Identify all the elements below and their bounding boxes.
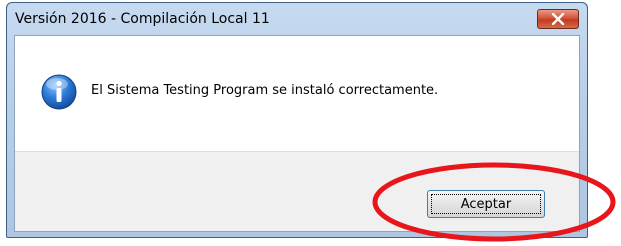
dialog-body: El Sistema Testing Program se instaló co… xyxy=(14,35,580,232)
message-text: El Sistema Testing Program se instaló co… xyxy=(91,83,439,98)
close-button[interactable] xyxy=(537,9,579,29)
accept-button[interactable]: Aceptar xyxy=(427,190,545,218)
close-icon xyxy=(551,13,565,25)
button-bar: Aceptar xyxy=(15,151,579,231)
message-area: El Sistema Testing Program se instaló co… xyxy=(15,36,579,151)
dialog-window: Versión 2016 - Compilación Local 11 El S… xyxy=(6,2,588,238)
info-icon xyxy=(41,74,77,110)
window-title: Versión 2016 - Compilación Local 11 xyxy=(15,11,270,27)
